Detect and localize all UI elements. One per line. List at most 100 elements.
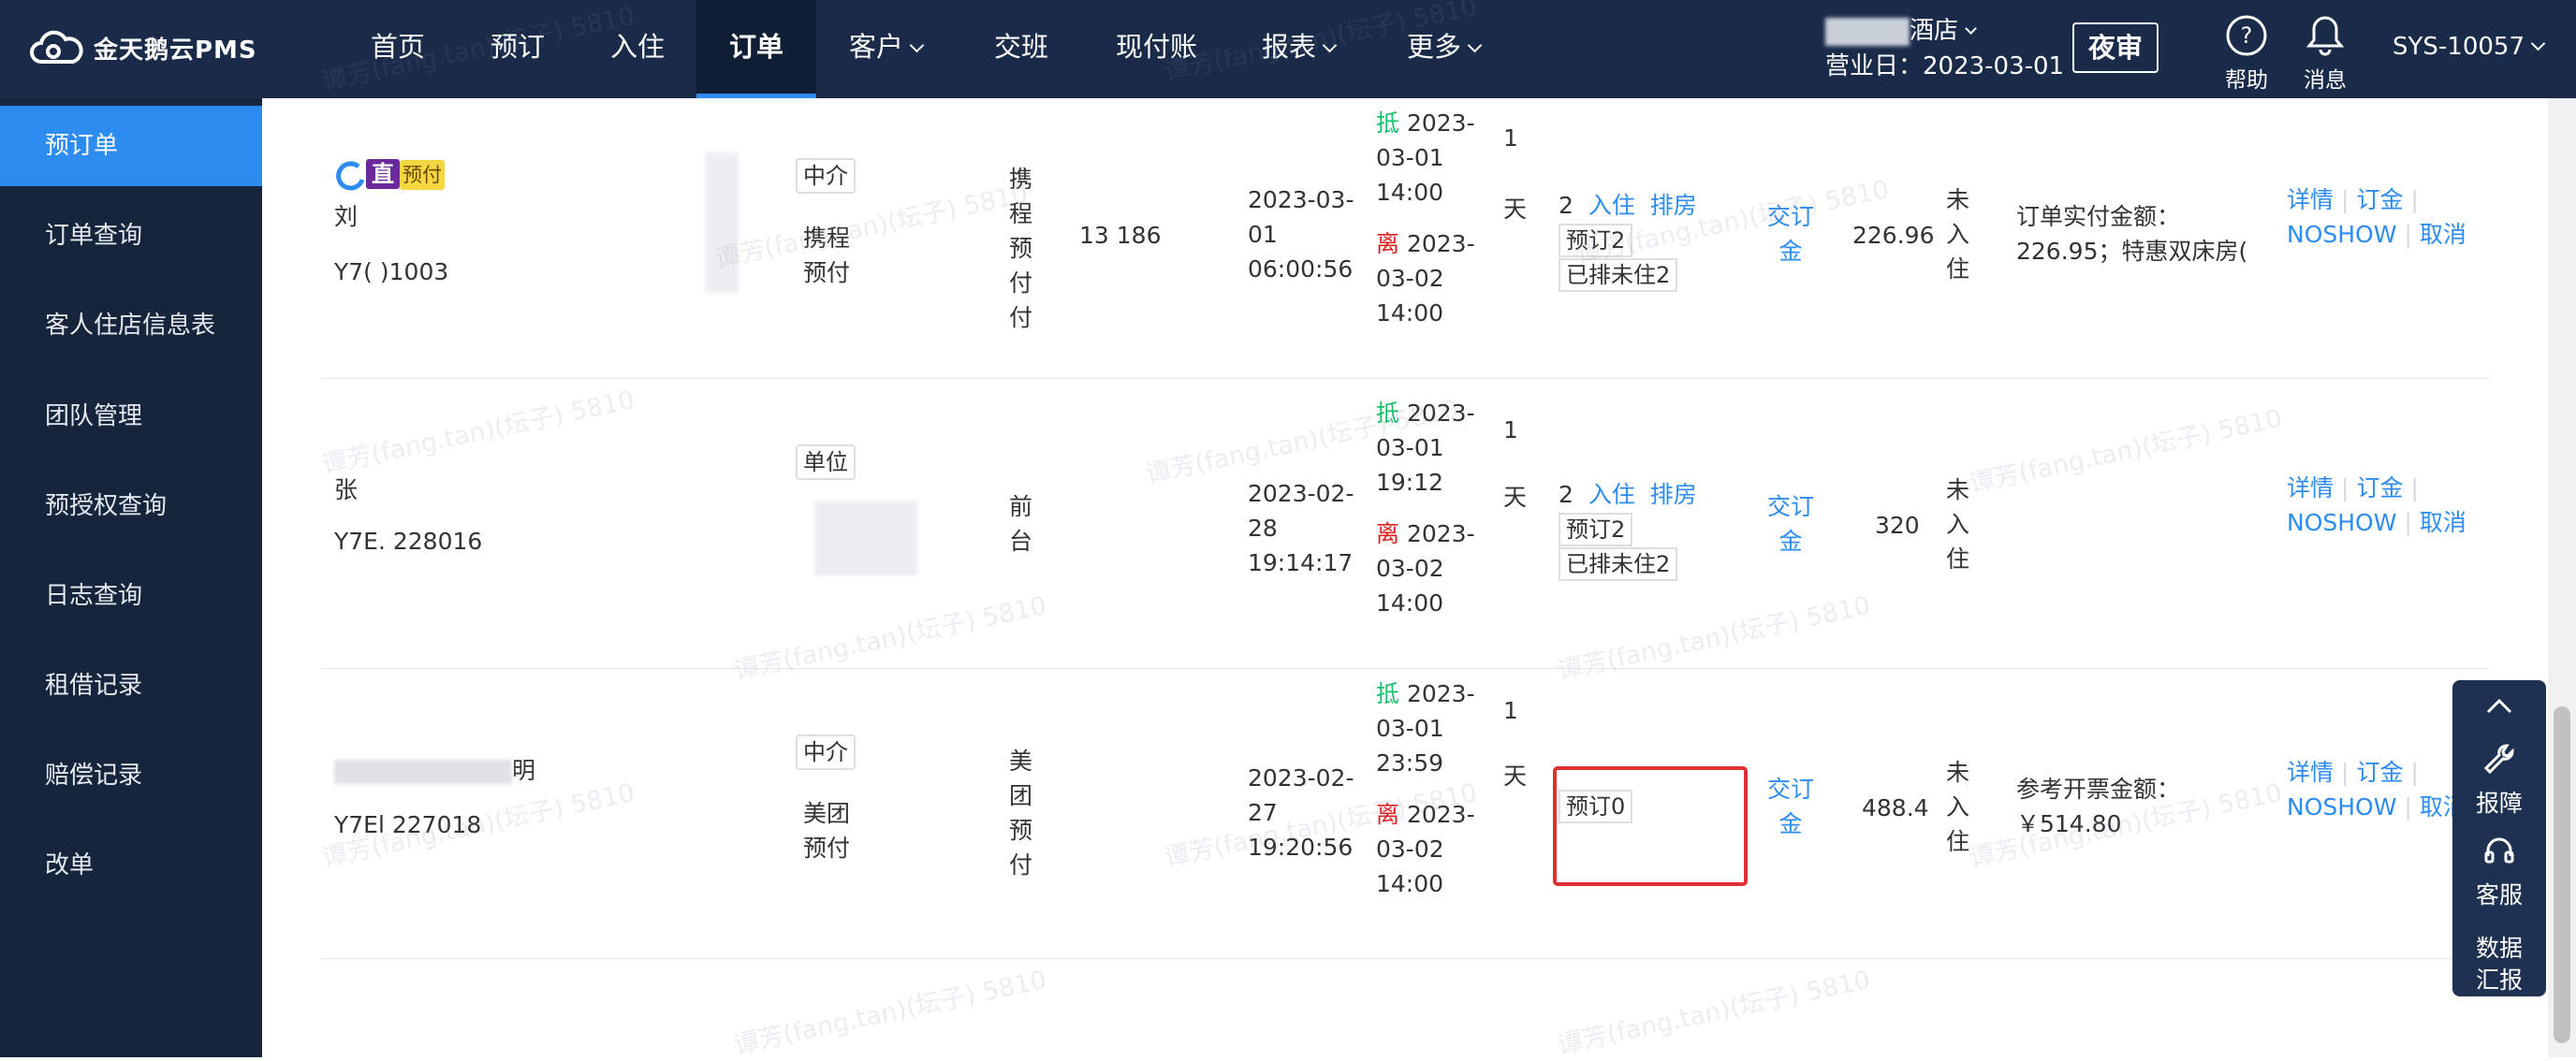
sidebar-item-modify-order[interactable]: 改单 — [0, 825, 262, 906]
hotel-selector[interactable]: 酒店 营业日：2023-03-01 — [1825, 13, 2064, 84]
sidebar-item-guest-stay-info[interactable]: 客人住店信息表 — [0, 285, 262, 366]
sidebar-item-order-query[interactable]: 订单查询 — [0, 196, 262, 276]
phone: 13 186 — [1079, 222, 1162, 249]
detail-link[interactable]: 详情 — [2287, 474, 2334, 501]
pay-deposit-link[interactable]: 交订金 — [1763, 772, 1819, 841]
arrange-room-link[interactable]: 排房 — [1650, 481, 1697, 508]
deposit-link[interactable]: 订金 — [2356, 759, 2403, 786]
room-status: 2 入住 排房 预订2已排未住2 — [1559, 477, 1727, 581]
sidebar-item-compensation-records[interactable]: 赔偿记录 — [0, 735, 262, 816]
noshow-link[interactable]: NOSHOW — [2287, 509, 2396, 536]
order-number: Y7El 227018 — [334, 811, 482, 838]
nav-booking[interactable]: 预订 — [490, 0, 545, 98]
repair-button[interactable]: 报障 — [2452, 740, 2546, 821]
sidebar-item-log-query[interactable]: 日志查询 — [0, 556, 262, 636]
booked-tag: 预订2 — [1559, 513, 1633, 546]
nav-more-label: 更多 — [1407, 31, 1462, 63]
detail-link[interactable]: 详情 — [2287, 186, 2334, 213]
repair-label: 报障 — [2475, 790, 2523, 817]
amount: 320 — [1875, 512, 1920, 539]
nav-shift[interactable]: 交班 — [994, 0, 1048, 98]
account-menu[interactable]: SYS-10057 — [2393, 0, 2546, 94]
arranged-not-checked-in-tag: 已排未住2 — [1559, 547, 1678, 581]
guest-name: 明 — [334, 753, 535, 788]
scroll-top-button[interactable] — [2452, 691, 2546, 729]
nights-unit: 天 — [1503, 484, 1528, 511]
nav-customer[interactable]: 客户 — [849, 0, 925, 98]
annotation-highlight-box — [1553, 766, 1748, 886]
redacted-info — [814, 501, 917, 575]
floating-toolbar: 报障 客服 数据汇报 — [2452, 680, 2546, 996]
sidebar-item-booking-orders[interactable]: 预订单 — [0, 106, 262, 186]
amount: 226.96 — [1852, 222, 1935, 249]
nav-orders[interactable]: 订单 — [696, 0, 816, 98]
nav-cash-account[interactable]: 现付账 — [1116, 0, 1197, 98]
arrive-date: 抵 2023- — [1376, 400, 1475, 427]
business-day: 营业日：2023-03-01 — [1825, 52, 2065, 80]
sidebar-item-group-management[interactable]: 团队管理 — [0, 376, 262, 457]
arrange-room-link[interactable]: 排房 — [1650, 192, 1697, 219]
nav-checkin[interactable]: 入住 — [610, 0, 665, 98]
bell-icon — [2288, 9, 2363, 62]
order-number: Y7E. 228016 — [334, 528, 483, 555]
deposit-link[interactable]: 订金 — [2356, 186, 2403, 213]
created-day: 01 — [1248, 221, 1278, 248]
source-type: 中介 — [796, 158, 856, 194]
arrive-date: 抵 2023- — [1376, 680, 1475, 707]
nights-unit: 天 — [1503, 196, 1528, 223]
wrench-icon — [2483, 744, 2514, 775]
checkin-link[interactable]: 入住 — [1588, 192, 1635, 219]
help-button[interactable]: ? 帮助 — [2209, 9, 2284, 94]
cancel-link[interactable]: 取消 — [2420, 509, 2466, 536]
chevron-down-icon — [2530, 36, 2546, 51]
chevron-down-icon — [1322, 37, 1338, 53]
order-status: 未入住 — [1946, 186, 1970, 283]
message-label: 消息 — [2304, 68, 2347, 93]
order-number: Y7( )1003 — [334, 258, 449, 285]
stay-dates: 抵 2023- 03-01 23:59 离 2023- 03-02 14:00 — [1376, 676, 1475, 901]
detail-link[interactable]: 详情 — [2287, 759, 2334, 786]
pay-deposit-link[interactable]: 交订金 — [1763, 199, 1819, 269]
noshow-link[interactable]: NOSHOW — [2287, 793, 2396, 821]
room-status: 2 入住 排房 预订2已排未住2 — [1559, 188, 1727, 292]
top-navigation-bar: 金天鹅云PMS 首页 预订 入住 订单 客户 交班 现付账 报表 更多 酒店 营… — [0, 0, 2576, 98]
amount: 488.4 — [1862, 794, 1929, 821]
scrollbar-thumb[interactable] — [2554, 706, 2570, 1043]
sidebar-item-preauth-query[interactable]: 预授权查询 — [0, 466, 262, 546]
cancel-link[interactable]: 取消 — [2420, 221, 2466, 248]
night-audit-button[interactable]: 夜审 — [2072, 22, 2159, 73]
created-clock: 06:00:56 — [1248, 255, 1354, 283]
remark: 参考开票金额： ￥514.80 — [2016, 776, 2181, 837]
payment-method: 前台 — [1009, 493, 1033, 555]
table-row[interactable]: 明 Y7El 227018 中介 美团预付 美团预付 2023-02- 27 1… — [321, 669, 2490, 959]
nav-customer-label: 客户 — [849, 31, 904, 63]
table-row[interactable]: 直预付 刘 Y7( )1003 中介 携程预付 携程预付付 13 186 202… — [321, 98, 2490, 379]
payment-method: 携程预付付 — [1009, 166, 1033, 331]
guest-name: 张 — [334, 476, 359, 503]
checkin-link[interactable]: 入住 — [1588, 481, 1635, 508]
stay-dates: 抵 2023- 03-01 19:12 离 2023- 03-02 14:00 — [1376, 396, 1475, 620]
data-report-button[interactable]: 数据汇报 — [2471, 933, 2527, 996]
pay-deposit-link[interactable]: 交订金 — [1763, 489, 1819, 559]
deposit-link[interactable]: 订金 — [2356, 474, 2403, 501]
message-button[interactable]: 消息 — [2288, 9, 2363, 94]
prepay-badge: 预付 — [400, 160, 445, 190]
cloud-logo-icon — [30, 30, 83, 64]
nav-home[interactable]: 首页 — [371, 0, 425, 98]
channel: 携程预付 — [803, 225, 851, 286]
nav-reports-label: 报表 — [1262, 31, 1317, 63]
arrive-label: 抵 — [1376, 109, 1400, 137]
order-status: 未入住 — [1946, 476, 1970, 573]
nav-more[interactable]: 更多 — [1407, 0, 1483, 98]
customer-service-button[interactable]: 客服 — [2452, 832, 2546, 912]
table-row[interactable]: 张 Y7E. 228016 单位 前台 2023-02- 28 19:14:17… — [321, 379, 2490, 669]
page-scrollbar[interactable] — [2548, 98, 2576, 1057]
hotel-name-suffix: 酒店 — [1910, 17, 1959, 45]
nav-reports[interactable]: 报表 — [1262, 0, 1338, 98]
noshow-link[interactable]: NOSHOW — [2287, 221, 2396, 248]
remark: 订单实付金额： 226.95；特惠双床房( — [2016, 203, 2248, 265]
app-logo[interactable]: 金天鹅云PMS — [28, 24, 257, 71]
ctrip-icon — [336, 161, 365, 191]
sidebar-item-rental-records[interactable]: 租借记录 — [0, 646, 262, 726]
booked-tag: 预订2 — [1559, 224, 1633, 257]
